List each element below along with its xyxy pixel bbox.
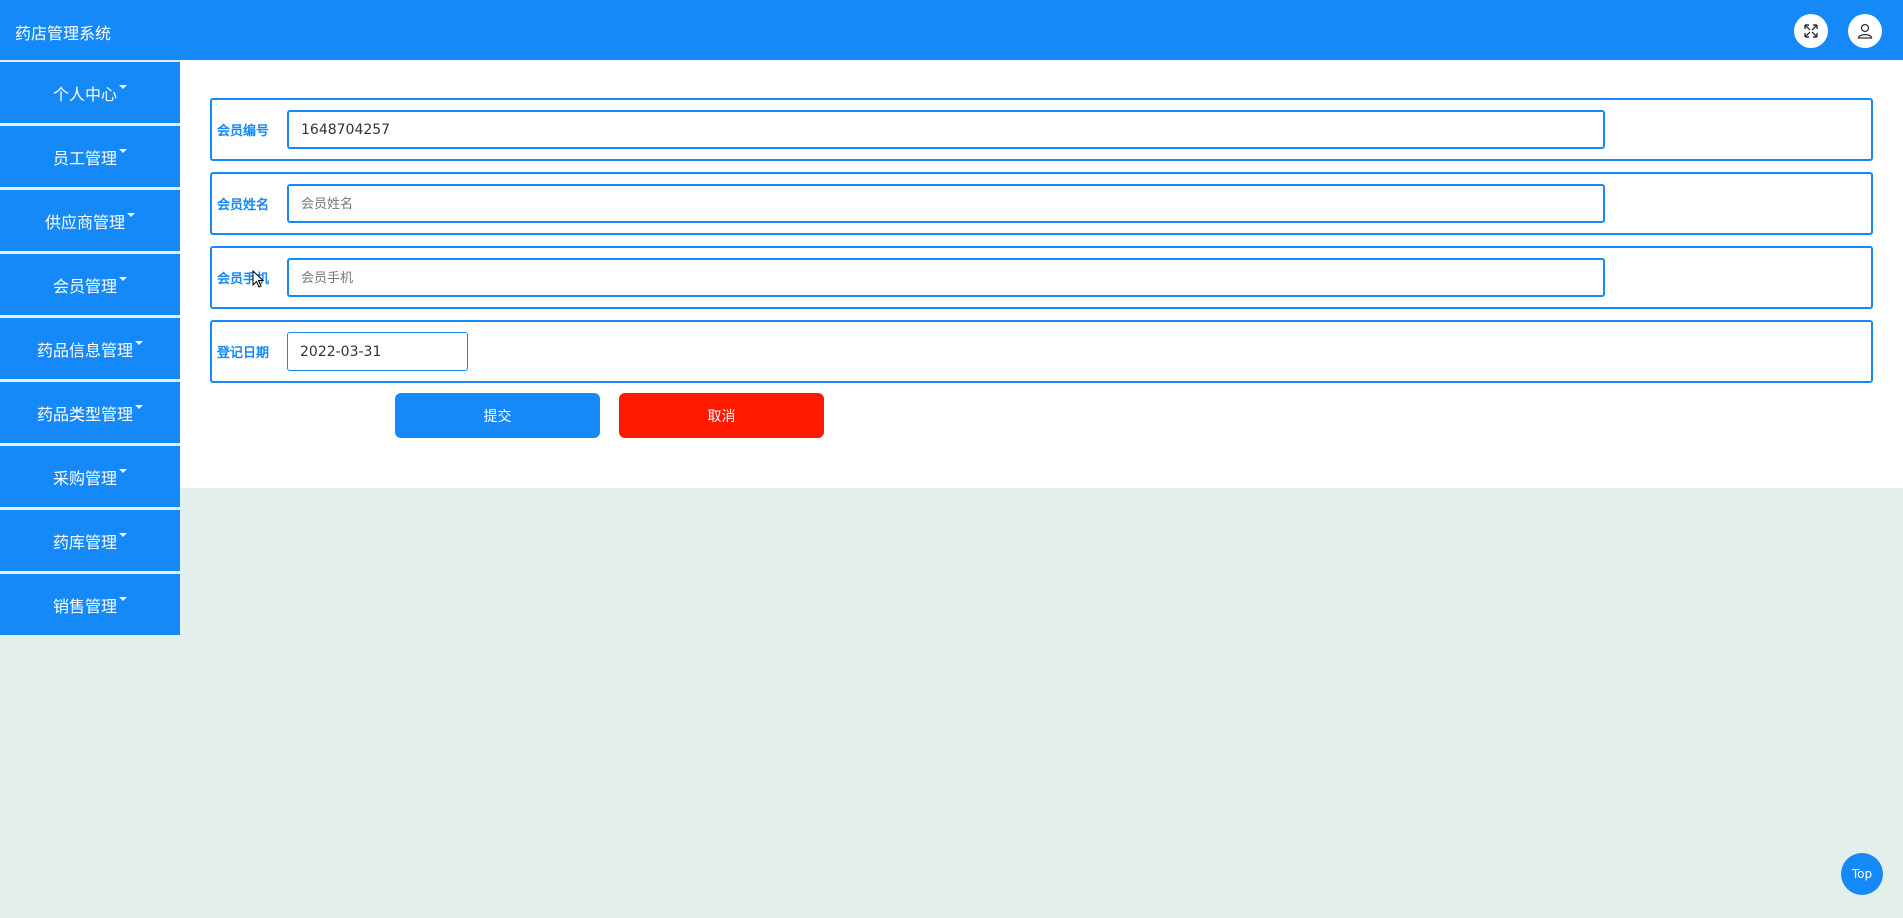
sidebar-item-label: 销售管理 [52, 596, 117, 616]
sidebar-item-sales[interactable]: 销售管理 [0, 574, 180, 635]
register-date-label: 登记日期 [217, 346, 270, 361]
member-phone-input[interactable] [287, 258, 1605, 297]
caret-down-icon [127, 212, 135, 217]
register-date-row: 登记日期 [210, 320, 1873, 383]
fullscreen-icon[interactable] [1794, 14, 1828, 48]
caret-down-icon [135, 404, 143, 409]
caret-down-icon [135, 340, 143, 345]
sidebar-item-staff[interactable]: 员工管理 [0, 126, 180, 187]
caret-down-icon [119, 468, 127, 473]
app-title: 药店管理系统 [15, 24, 112, 43]
submit-button[interactable]: 提交 [395, 393, 600, 438]
member-phone-row: 会员手机 [210, 246, 1873, 309]
sidebar-item-label: 会员管理 [52, 276, 117, 296]
sidebar-item-drug-type[interactable]: 药品类型管理 [0, 382, 180, 443]
cancel-button[interactable]: 取消 [619, 393, 824, 438]
back-to-top-button[interactable]: Top [1841, 853, 1883, 895]
caret-down-icon [119, 532, 127, 537]
sidebar-item-purchase[interactable]: 采购管理 [0, 446, 180, 507]
top-header: 药店管理系统 [0, 0, 1903, 60]
caret-down-icon [119, 148, 127, 153]
caret-down-icon [119, 84, 127, 89]
sidebar-item-label: 药品信息管理 [36, 340, 133, 360]
mouse-cursor-icon [252, 269, 265, 292]
sidebar-item-label: 药品类型管理 [36, 404, 133, 424]
sidebar-item-supplier[interactable]: 供应商管理 [0, 190, 180, 251]
member-id-input[interactable] [287, 110, 1605, 149]
sidebar-item-label: 员工管理 [52, 148, 117, 168]
sidebar-item-drug-info[interactable]: 药品信息管理 [0, 318, 180, 379]
member-id-row: 会员编号 [210, 98, 1873, 161]
sidebar-item-label: 药库管理 [52, 532, 117, 552]
caret-down-icon [119, 596, 127, 601]
register-date-input[interactable] [287, 332, 468, 371]
sidebar-item-personal-center[interactable]: 个人中心 [0, 62, 180, 123]
sidebar-item-label: 供应商管理 [44, 212, 125, 232]
sidebar-item-label: 采购管理 [52, 468, 117, 488]
member-id-label: 会员编号 [217, 124, 270, 139]
member-name-row: 会员姓名 [210, 172, 1873, 235]
caret-down-icon [119, 276, 127, 281]
sidebar-item-warehouse[interactable]: 药库管理 [0, 510, 180, 571]
member-name-label: 会员姓名 [217, 198, 270, 213]
sidebar-item-member[interactable]: 会员管理 [0, 254, 180, 315]
member-name-input[interactable] [287, 184, 1605, 223]
sidebar-item-label: 个人中心 [52, 84, 117, 104]
sidebar: 个人中心 员工管理 供应商管理 会员管理 药品信息管理 药品类型管理 采购管理 … [0, 62, 180, 638]
user-icon[interactable] [1848, 14, 1882, 48]
